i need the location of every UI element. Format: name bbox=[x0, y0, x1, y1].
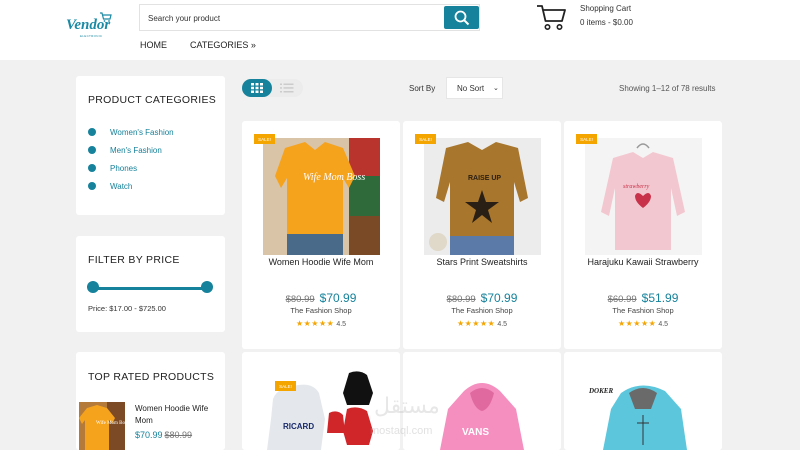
shop-name[interactable]: The Fashion Shop bbox=[564, 306, 722, 315]
print-text: DOKER bbox=[588, 387, 613, 395]
category-label[interactable]: Watch bbox=[110, 182, 132, 191]
print-text: VANS bbox=[462, 427, 489, 438]
shopping-cart-icon[interactable] bbox=[536, 3, 566, 31]
category-label[interactable]: Men's Fashion bbox=[110, 146, 162, 155]
search-icon bbox=[454, 10, 469, 25]
bullet-icon bbox=[88, 182, 96, 190]
current-price: $70.99 bbox=[319, 291, 357, 305]
category-item[interactable]: Phones bbox=[88, 162, 137, 174]
shop-name[interactable]: The Fashion Shop bbox=[242, 306, 400, 315]
product-categories-widget: PRODUCT CATEGORIES Women's Fashion Men's… bbox=[76, 76, 225, 215]
current-price: $70.99 bbox=[480, 291, 518, 305]
top-rated-product-name[interactable]: Women Hoodie Wife Mom bbox=[135, 403, 215, 427]
site-logo[interactable]: Vendor ELECTRONIC bbox=[66, 12, 118, 40]
rating-value: 4.5 bbox=[658, 321, 669, 328]
product-price: $60.99 $51.99 bbox=[564, 289, 722, 307]
star-rating-icon: ★★★★★ bbox=[456, 319, 496, 328]
print-text: strawberry bbox=[623, 184, 650, 190]
list-view-icon[interactable] bbox=[280, 83, 294, 93]
grid-view-button[interactable] bbox=[242, 79, 272, 97]
category-item[interactable]: Men's Fashion bbox=[88, 144, 162, 156]
old-price: $80.99 bbox=[446, 294, 476, 305]
nav-home[interactable]: HOME bbox=[140, 40, 167, 50]
logo-text: Vendor bbox=[66, 17, 111, 33]
sale-badge: SALE! bbox=[415, 134, 436, 144]
product-rating: ★★★★★ 4.5 bbox=[564, 319, 722, 328]
shop-name[interactable]: The Fashion Shop bbox=[403, 306, 561, 315]
product-card[interactable]: strawberry SALE! Harajuku Kawaii Strawbe… bbox=[564, 121, 722, 349]
watermark-text: mostaql.com bbox=[370, 425, 433, 437]
old-price: $80.99 bbox=[164, 430, 193, 440]
search-button[interactable] bbox=[444, 6, 479, 29]
watermark: مستقل mostaql.com bbox=[360, 394, 460, 444]
product-card[interactable]: Wife Mom Boss SALE! Women Hoodie Wife Mo… bbox=[242, 121, 400, 349]
old-price: $80.99 bbox=[285, 294, 315, 305]
search-input[interactable] bbox=[148, 11, 438, 25]
print-text: Wife Mom Boss bbox=[303, 172, 365, 183]
current-price: $51.99 bbox=[641, 291, 679, 305]
category-label[interactable]: Phones bbox=[110, 164, 137, 173]
chevron-down-icon: ⌄ bbox=[493, 85, 499, 92]
bullet-icon bbox=[88, 164, 96, 172]
sale-badge: SALE! bbox=[576, 134, 597, 144]
widget-title: FILTER BY PRICE bbox=[88, 254, 180, 266]
rating-value: 4.5 bbox=[497, 321, 508, 328]
product-rating: ★★★★★ 4.5 bbox=[403, 319, 561, 328]
view-toggle bbox=[242, 79, 303, 97]
price-slider-track[interactable] bbox=[94, 287, 207, 290]
sale-badge: SALE! bbox=[275, 381, 296, 391]
cart-title[interactable]: Shopping Cart bbox=[580, 4, 631, 13]
print-text: RAISE UP bbox=[468, 175, 501, 182]
sort-label: Sort By bbox=[409, 84, 436, 93]
search-bar bbox=[139, 4, 480, 31]
product-name[interactable]: Women Hoodie Wife Mom bbox=[242, 257, 400, 267]
star-rating-icon: ★★★★★ bbox=[295, 319, 335, 328]
product-image[interactable]: DOKER bbox=[585, 369, 702, 450]
product-name[interactable]: Harajuku Kawaii Strawberry bbox=[564, 257, 722, 267]
product-image[interactable]: RAISE UP bbox=[424, 138, 541, 255]
rating-value: 4.5 bbox=[336, 321, 347, 328]
product-image[interactable]: Wife Mom Boss bbox=[263, 138, 380, 255]
results-count: Showing 1–12 of 78 results bbox=[619, 84, 716, 93]
widget-title: PRODUCT CATEGORIES bbox=[88, 94, 217, 106]
watermark-logo: مستقل bbox=[374, 394, 440, 419]
category-label[interactable]: Women's Fashion bbox=[110, 128, 174, 137]
price-slider-max-handle[interactable] bbox=[201, 281, 213, 293]
price-filter-widget: FILTER BY PRICE Price: $17.00 - $725.00 bbox=[76, 236, 225, 332]
current-price: $70.99 bbox=[135, 430, 163, 440]
category-item[interactable]: Women's Fashion bbox=[88, 126, 174, 138]
product-price: $80.99 $70.99 bbox=[242, 289, 400, 307]
bullet-icon bbox=[88, 146, 96, 154]
product-card[interactable]: RAISE UP SALE! Stars Print Sweatshirts $… bbox=[403, 121, 561, 349]
site-header: Vendor ELECTRONIC Shopping Cart 0 items … bbox=[0, 0, 800, 60]
bullet-icon bbox=[88, 128, 96, 136]
old-price: $60.99 bbox=[607, 294, 637, 305]
print-text: Wife Mom Boss bbox=[96, 421, 125, 426]
category-item[interactable]: Watch bbox=[88, 180, 132, 192]
nav-categories[interactable]: CATEGORIES » bbox=[190, 40, 256, 50]
product-name[interactable]: Stars Print Sweatshirts bbox=[403, 257, 561, 267]
widget-title: TOP RATED PRODUCTS bbox=[88, 371, 215, 383]
price-range-text: Price: $17.00 - $725.00 bbox=[88, 304, 166, 313]
sort-dropdown[interactable]: No Sort ⌄ bbox=[446, 77, 503, 99]
top-rated-widget: TOP RATED PRODUCTS Wife Mom Boss Women H… bbox=[76, 352, 225, 450]
product-rating: ★★★★★ 4.5 bbox=[242, 319, 400, 328]
cart-summary[interactable]: 0 items - $0.00 bbox=[580, 18, 633, 27]
product-price: $80.99 $70.99 bbox=[403, 289, 561, 307]
sort-value: No Sort bbox=[457, 83, 485, 93]
product-card[interactable]: DOKER bbox=[564, 352, 722, 450]
price-slider-min-handle[interactable] bbox=[87, 281, 99, 293]
sale-badge: SALE! bbox=[254, 134, 275, 144]
grid-icon bbox=[251, 83, 263, 93]
top-rated-product-price: $70.99 $80.99 bbox=[135, 430, 192, 440]
top-rated-product-image[interactable]: Wife Mom Boss bbox=[79, 402, 125, 450]
print-text: RICARD bbox=[283, 422, 314, 431]
star-rating-icon: ★★★★★ bbox=[617, 319, 657, 328]
logo-subtext: ELECTRONIC bbox=[80, 34, 103, 38]
product-image[interactable]: strawberry bbox=[585, 138, 702, 255]
